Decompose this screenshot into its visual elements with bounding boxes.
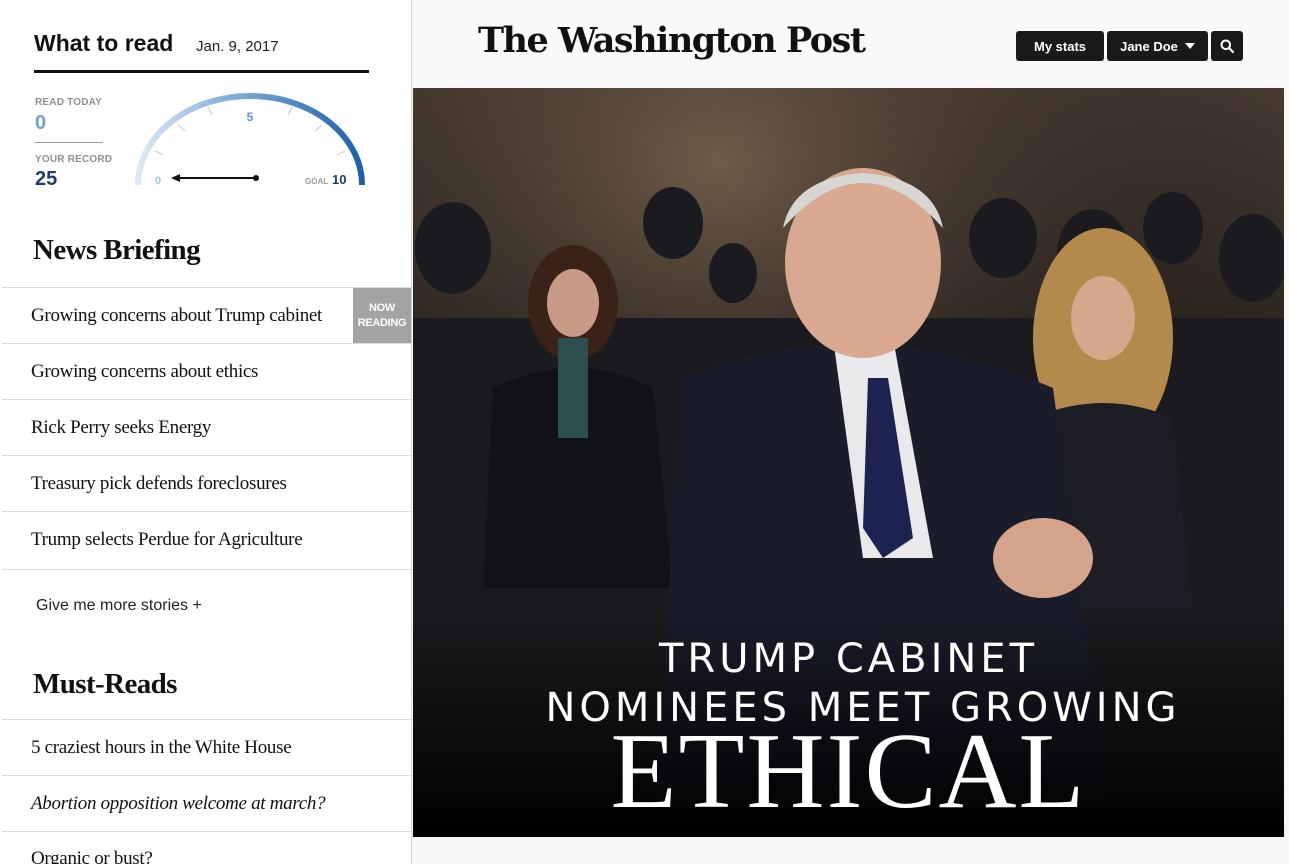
gauge-needle bbox=[171, 174, 259, 182]
search-icon bbox=[1220, 39, 1234, 53]
reading-goal-gauge: 5 0 GOAL 10 bbox=[135, 93, 365, 187]
gauge-min-label: 0 bbox=[155, 175, 161, 187]
news-briefing-item[interactable]: Growing concerns about ethics bbox=[2, 343, 411, 399]
now-reading-badge: NOW READING bbox=[353, 288, 411, 344]
news-briefing-item[interactable]: Trump selects Perdue for Agriculture bbox=[2, 511, 411, 567]
story-headline: Trump selects Perdue for Agriculture bbox=[31, 528, 303, 550]
stats-divider bbox=[35, 142, 103, 143]
more-stories-link[interactable]: Give me more stories + bbox=[36, 597, 202, 615]
sidebar: What to read Jan. 9, 2017 READ TODAY 0 Y… bbox=[0, 0, 412, 864]
what-to-read-header: What to read Jan. 9, 2017 bbox=[34, 30, 369, 73]
gauge-mid-label: 5 bbox=[247, 110, 254, 124]
news-briefing-item[interactable]: Growing concerns about Trump cabinet NOW… bbox=[2, 287, 411, 344]
read-today-label: READ TODAY bbox=[35, 97, 103, 108]
story-headline: Organic or bust? bbox=[31, 848, 153, 864]
story-headline: Growing concerns about Trump cabinet bbox=[31, 304, 323, 326]
hero-headline-line3: ETHICAL bbox=[610, 712, 1087, 831]
story-headline: Growing concerns about ethics bbox=[31, 360, 259, 382]
caret-down-icon bbox=[1184, 43, 1195, 49]
user-name: Jane Doe bbox=[1120, 38, 1178, 54]
must-reads-list: 5 craziest hours in the White House Abor… bbox=[2, 719, 411, 864]
must-read-item[interactable]: Abortion opposition welcome at march? bbox=[2, 775, 411, 831]
must-read-item[interactable]: Organic or bust? bbox=[2, 831, 411, 864]
user-menu-button[interactable]: Jane Doe bbox=[1107, 31, 1208, 61]
list-divider bbox=[2, 569, 411, 570]
masthead: The Washington Post My stats Jane Doe bbox=[412, 0, 1289, 88]
story-headline: Rick Perry seeks Energy bbox=[31, 416, 212, 438]
read-today-value: 0 bbox=[35, 112, 47, 134]
main-content: The Washington Post My stats Jane Doe TR… bbox=[412, 0, 1289, 864]
news-briefing-title: News Briefing bbox=[33, 234, 201, 266]
story-headline: 5 craziest hours in the White House bbox=[31, 736, 292, 758]
what-to-read-date: Jan. 9, 2017 bbox=[196, 38, 279, 55]
hero-headline-line1: TRUMP CABINET bbox=[658, 636, 1038, 682]
badge-line: READING bbox=[357, 317, 407, 329]
news-briefing-list: Growing concerns about Trump cabinet NOW… bbox=[2, 287, 411, 567]
must-reads-title: Must-Reads bbox=[33, 668, 177, 700]
gauge-goal-value: 10 bbox=[332, 172, 346, 187]
news-briefing-item[interactable]: Treasury pick defends foreclosures bbox=[2, 455, 411, 511]
gauge-goal-label: GOAL bbox=[305, 177, 328, 186]
badge-line: NOW bbox=[369, 302, 395, 314]
washington-post-logo[interactable]: The Washington Post bbox=[478, 20, 866, 61]
my-stats-button[interactable]: My stats bbox=[1016, 31, 1104, 61]
story-headline: Treasury pick defends foreclosures bbox=[31, 472, 287, 494]
story-headline: Abortion opposition welcome at march? bbox=[31, 792, 326, 814]
search-button[interactable] bbox=[1211, 31, 1243, 61]
record-value: 25 bbox=[35, 168, 58, 190]
must-read-item[interactable]: 5 craziest hours in the White House bbox=[2, 719, 411, 775]
record-label: YOUR RECORD bbox=[35, 154, 113, 165]
hero-image[interactable]: TRUMP CABINET NOMINEES MEET GROWING ETHI… bbox=[413, 88, 1284, 837]
news-briefing-item[interactable]: Rick Perry seeks Energy bbox=[2, 399, 411, 455]
what-to-read-title: What to read bbox=[34, 30, 174, 56]
